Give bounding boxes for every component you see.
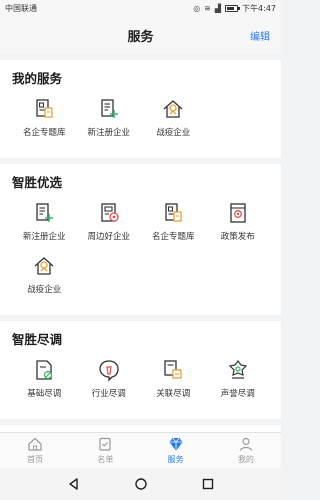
bottom-tab-bar: 首页 名单 服务 我的 [0,432,281,468]
location-icon: ◎ [193,3,201,13]
service-item-label: 名企专题库 [151,232,195,242]
epidemic-company-icon [34,257,54,275]
tab-label: 首页 [27,455,44,464]
policy-icon [230,203,246,223]
app-header: 服务 编辑 [0,16,281,54]
home-nav-icon[interactable] [134,477,148,491]
reputation-investigation-icon [228,360,247,379]
company-library-icon [36,99,53,118]
service-section: 智胜尽调基础尽调 行业尽调 关联尽调 声誉尽调 [0,321,281,419]
tab-label: 我的 [237,455,254,464]
service-item[interactable]: 名企专题库 [141,201,206,242]
clock-label: 下午4:47 [242,3,276,13]
service-item-label: 行业尽调 [91,389,126,399]
service-item-label: 战疫企业 [27,285,62,295]
diamond-icon [168,438,183,451]
edit-button[interactable]: 编辑 [250,28,270,43]
nearby-company-icon [101,203,119,222]
home-icon [28,437,42,451]
service-item-label: 基础尽调 [27,389,62,399]
service-item-label: 新注册企业 [87,128,130,138]
service-grid: 基础尽调 行业尽调 关联尽调 声誉尽调 [12,358,271,411]
new-company-icon [101,99,118,118]
tab-list[interactable]: 名单 [70,433,140,468]
tab-user[interactable]: 我的 [211,433,281,468]
user-icon [239,437,252,451]
list-icon [99,437,111,451]
service-item[interactable]: 声誉尽调 [206,358,271,399]
signal-icon: ▟ [214,3,222,13]
recents-icon[interactable] [201,477,215,491]
status-bar: 中国联通 ◎ ≋ ▟ 下午4:47 [0,0,281,16]
service-item-label: 名企专题库 [22,128,66,138]
service-item[interactable]: 关联尽调 [141,358,206,399]
tab-home[interactable]: 首页 [0,433,70,468]
service-item-label: 战疫企业 [156,128,191,138]
new-company-icon [36,203,54,222]
service-item[interactable]: 政策发布 [206,201,271,242]
back-icon[interactable] [67,477,81,491]
section-title: 我的服务 [12,71,63,86]
tab-diamond[interactable]: 服务 [141,433,211,468]
service-item[interactable]: 基础尽调 [12,358,77,399]
service-item-label: 新注册企业 [22,232,66,242]
tab-label: 名单 [97,455,114,464]
service-grid: 新注册企业 周边好企业 名企专题库 政策发布战疫企业 [12,201,271,307]
carrier-label: 中国联通 [5,3,37,13]
service-item[interactable]: 战疫企业 [141,97,206,138]
service-item-label: 声誉尽调 [220,389,255,399]
status-icons: ◎ ≋ ▟ 下午4:47 [193,3,276,14]
tab-label: 服务 [167,455,184,464]
service-item[interactable]: 战疫企业 [12,254,77,295]
industry-investigation-icon [99,360,119,382]
section-title: 智胜尽调 [12,332,63,347]
related-investigation-icon [164,360,182,379]
service-item[interactable]: 名企专题库 [12,97,77,138]
company-library-icon [165,203,182,222]
service-item[interactable]: 新注册企业 [12,201,77,242]
service-grid: 名企专题库 新注册企业 战疫企业 [12,97,271,150]
service-section: 智胜优选新注册企业 周边好企业 名企专题库 政策发布战疫企业 [0,164,281,315]
basic-investigation-icon [36,360,53,380]
epidemic-company-icon [163,100,183,118]
service-item[interactable]: 行业尽调 [77,358,142,399]
service-item[interactable]: 新注册企业 [77,97,142,138]
service-item-label: 政策发布 [220,232,255,242]
service-item[interactable]: 周边好企业 [77,201,142,242]
page-title: 服务 [127,29,154,45]
system-nav-bar [0,468,281,500]
battery-icon [225,4,241,12]
service-item-label: 关联尽调 [156,389,191,399]
service-section: 我的服务名企专题库 新注册企业 战疫企业 [0,60,281,158]
service-item-label: 周边好企业 [87,232,130,242]
wifi-icon: ≋ [204,3,211,13]
services-content[interactable]: 我的服务 名企专题库 新注册企业 战疫企业 智胜优选 新注册企业 周边好企业 名企专题库 政策发… [0,54,281,436]
section-title: 智胜优选 [12,175,63,190]
